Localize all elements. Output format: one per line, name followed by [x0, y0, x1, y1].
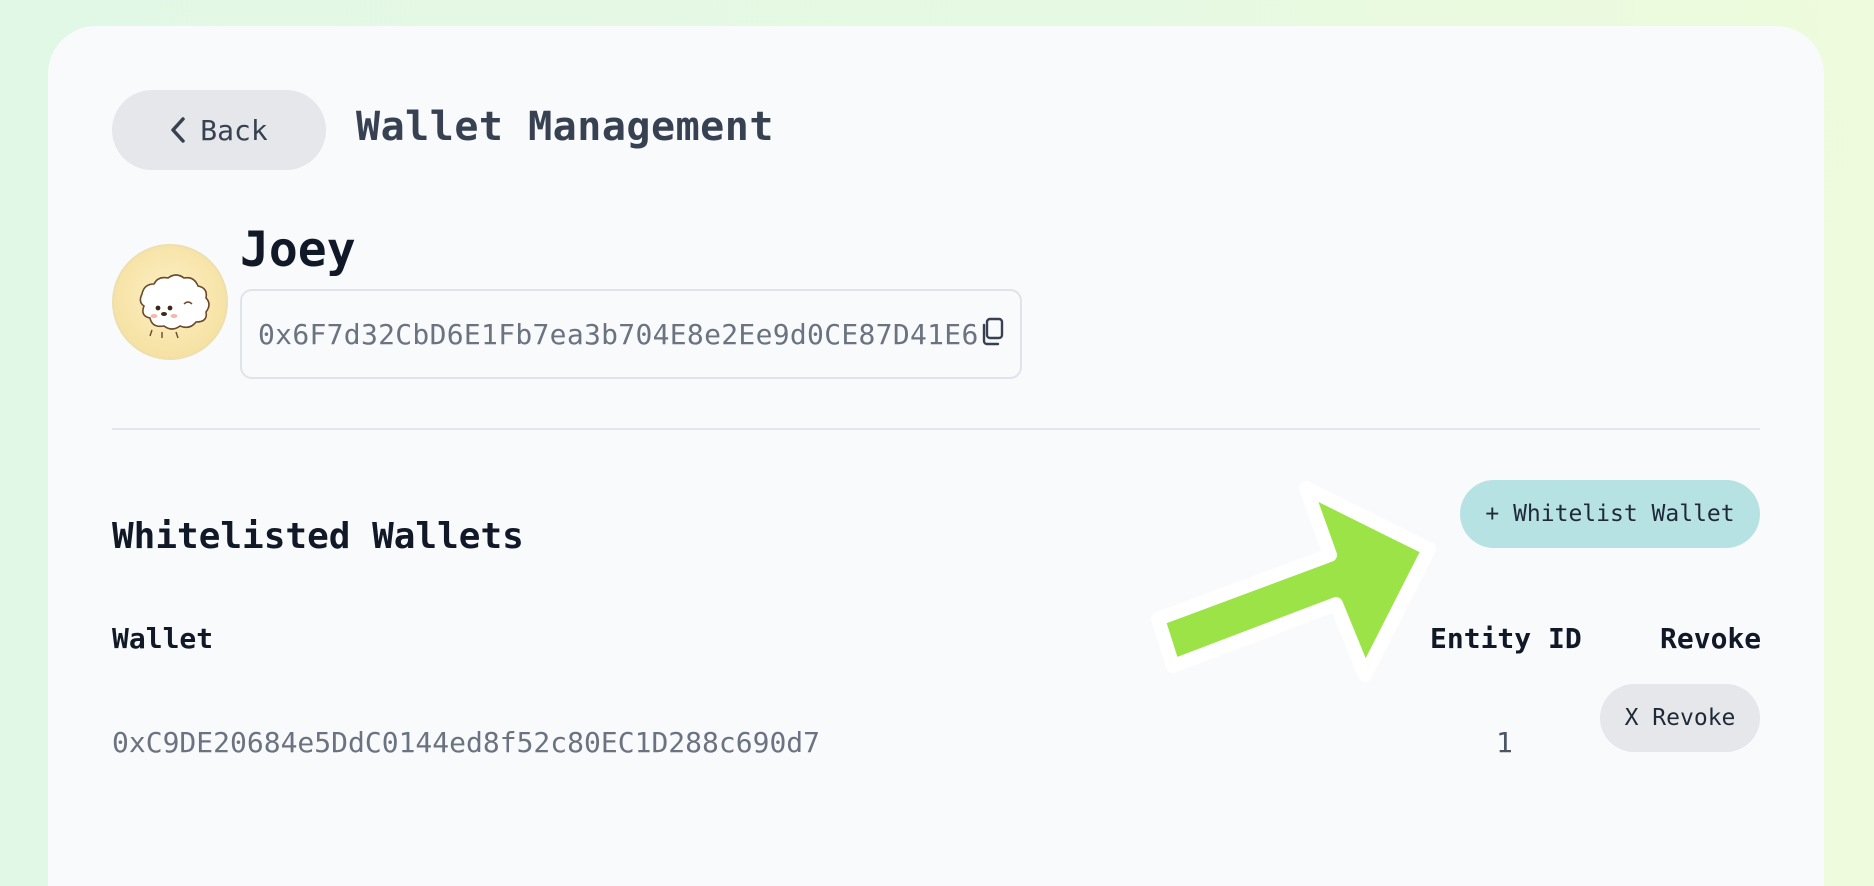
back-button-label: Back — [200, 113, 268, 147]
column-header-wallet: Wallet — [112, 622, 214, 655]
wallet-address-field[interactable]: 0x6F7d32CbD6E1Fb7ea3b704E8e2Ee9d0CE87D41… — [240, 289, 1022, 379]
wallet-address: 0x6F7d32CbD6E1Fb7ea3b704E8e2Ee9d0CE87D41… — [258, 317, 979, 351]
section-divider — [112, 428, 1760, 430]
chevron-left-icon — [170, 117, 186, 143]
whitelisted-wallets-title: Whitelisted Wallets — [112, 516, 524, 557]
fluffy-dog-icon — [139, 274, 210, 339]
row-entity-id: 1 — [1496, 726, 1513, 759]
avatar — [112, 244, 228, 360]
column-header-revoke: Revoke — [1660, 622, 1762, 655]
green-arrow-annotation — [1151, 481, 1436, 682]
row-wallet-address: 0xC9DE20684e5DdC0144ed8f52c80EC1D288c690… — [112, 726, 821, 759]
copy-icon[interactable] — [979, 317, 1005, 351]
back-button[interactable]: Back — [112, 90, 326, 170]
wallet-management-card: Back Wallet Management Joey 0x6F7d32CbD6… — [48, 26, 1824, 886]
page-title: Wallet Management — [356, 104, 774, 150]
user-name: Joey — [240, 222, 356, 278]
column-header-entity-id: Entity ID — [1430, 622, 1582, 655]
whitelist-wallet-button[interactable]: + Whitelist Wallet — [1460, 480, 1760, 548]
revoke-button[interactable]: X Revoke — [1600, 684, 1760, 752]
